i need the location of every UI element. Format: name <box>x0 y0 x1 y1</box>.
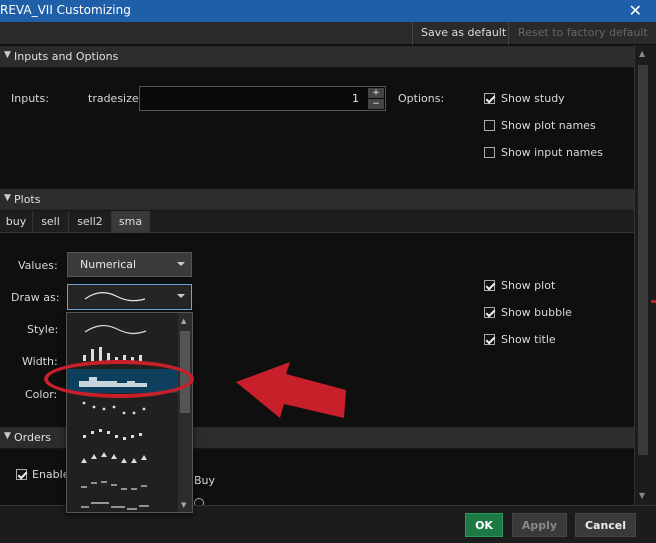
horizontal-steps-icon <box>81 502 149 510</box>
show-plot-names-label: Show plot names <box>501 119 596 132</box>
toolbar-separator <box>508 22 509 45</box>
increment-icon[interactable]: + <box>368 88 384 98</box>
main-scrollbar[interactable]: ▲ ▼ <box>634 45 656 505</box>
draw-as-label: Draw as: <box>11 291 60 304</box>
triangles-icon <box>81 452 147 463</box>
chevron-down-icon <box>177 294 185 298</box>
values-select[interactable]: Numerical <box>67 252 192 277</box>
dropdown-option-steps[interactable] <box>67 495 179 519</box>
section-header-inputs[interactable]: ▼ Inputs and Options <box>0 46 634 68</box>
values-selected: Numerical <box>80 258 137 271</box>
red-arrow-annotation <box>236 362 346 418</box>
chevron-down-icon: ▼ <box>4 193 11 203</box>
show-input-names-checkbox[interactable] <box>484 147 495 158</box>
tradesize-input[interactable]: 1 + − <box>139 86 386 111</box>
dropdown-option-triangles[interactable] <box>67 447 179 471</box>
style-label: Style: <box>27 323 59 336</box>
radio-button[interactable] <box>194 498 204 505</box>
draw-as-dropdown[interactable]: ▲ ▼ <box>66 312 193 513</box>
reset-factory-default-button[interactable]: Reset to factory default <box>518 26 648 39</box>
cancel-button[interactable]: Cancel <box>575 513 636 537</box>
inputs-label: Inputs: <box>11 92 49 105</box>
title-bar: REVA_VII Customizing ✕ <box>0 0 656 22</box>
width-label: Width: <box>22 355 58 368</box>
show-plot-label: Show plot <box>501 279 556 292</box>
show-study-checkbox[interactable] <box>484 93 495 104</box>
dropdown-option-line[interactable] <box>67 317 179 341</box>
line-curve-icon <box>84 325 147 335</box>
chart-edge-marker <box>651 300 656 303</box>
show-plot-names-checkbox[interactable] <box>484 120 495 131</box>
scroll-up-icon[interactable]: ▲ <box>181 317 186 325</box>
toolbar-separator <box>412 22 413 45</box>
dropdown-option-squares[interactable] <box>67 421 179 445</box>
save-as-default-button[interactable]: Save as default <box>421 26 506 39</box>
chevron-down-icon <box>177 262 185 266</box>
enable-orders-checkbox[interactable] <box>16 469 27 480</box>
show-title-checkbox[interactable] <box>484 334 495 345</box>
options-label: Options: <box>398 92 445 105</box>
apply-button[interactable]: Apply <box>512 513 567 537</box>
section-header-plots[interactable]: ▼ Plots <box>0 189 634 211</box>
color-label: Color: <box>25 388 58 401</box>
section-title: Plots <box>14 193 41 206</box>
dots-icon <box>82 401 146 415</box>
highlight-ellipse-annotation <box>44 360 194 398</box>
toolbar: Save as default Reset to factory default <box>0 22 656 45</box>
tab-sma[interactable]: sma <box>112 211 150 233</box>
input-name-tradesize: tradesize <box>88 92 139 105</box>
show-plot-checkbox[interactable] <box>484 280 495 291</box>
show-title-label: Show title <box>501 333 556 346</box>
dropdown-option-dots[interactable] <box>67 395 179 419</box>
decrement-icon[interactable]: − <box>368 99 384 109</box>
tradesize-value: 1 <box>352 92 359 105</box>
scrollbar-thumb[interactable] <box>638 65 648 455</box>
order-side-label: Buy <box>194 474 216 487</box>
close-icon[interactable]: ✕ <box>629 1 642 20</box>
show-bubble-label: Show bubble <box>501 306 572 319</box>
draw-as-select[interactable] <box>67 284 192 310</box>
chevron-down-icon: ▼ <box>4 431 11 441</box>
section-title: Inputs and Options <box>14 50 119 63</box>
chevron-down-icon: ▼ <box>4 50 11 60</box>
dropdown-option-dashes[interactable] <box>67 473 179 497</box>
dashes-icon <box>81 481 147 490</box>
tab-sell[interactable]: sell <box>33 211 69 233</box>
section-title: Orders <box>14 431 51 444</box>
line-curve-icon <box>84 292 146 302</box>
scroll-down-icon[interactable]: ▼ <box>639 491 645 500</box>
tab-sell2[interactable]: sell2 <box>69 211 112 233</box>
squares-icon <box>83 429 142 440</box>
scroll-up-icon[interactable]: ▲ <box>639 49 645 58</box>
window-title: REVA_VII Customizing <box>0 3 131 17</box>
show-study-label: Show study <box>501 92 565 105</box>
plot-tabs: buy sell sell2 sma <box>0 211 634 233</box>
ok-button[interactable]: OK <box>465 513 503 537</box>
enable-label: Enable <box>32 468 70 481</box>
dropdown-scrollbar[interactable]: ▲ ▼ <box>178 313 192 512</box>
tab-buy[interactable]: buy <box>0 211 33 233</box>
show-input-names-label: Show input names <box>501 146 603 159</box>
values-label: Values: <box>18 259 58 272</box>
scroll-down-icon[interactable]: ▼ <box>181 501 186 509</box>
show-bubble-checkbox[interactable] <box>484 307 495 318</box>
